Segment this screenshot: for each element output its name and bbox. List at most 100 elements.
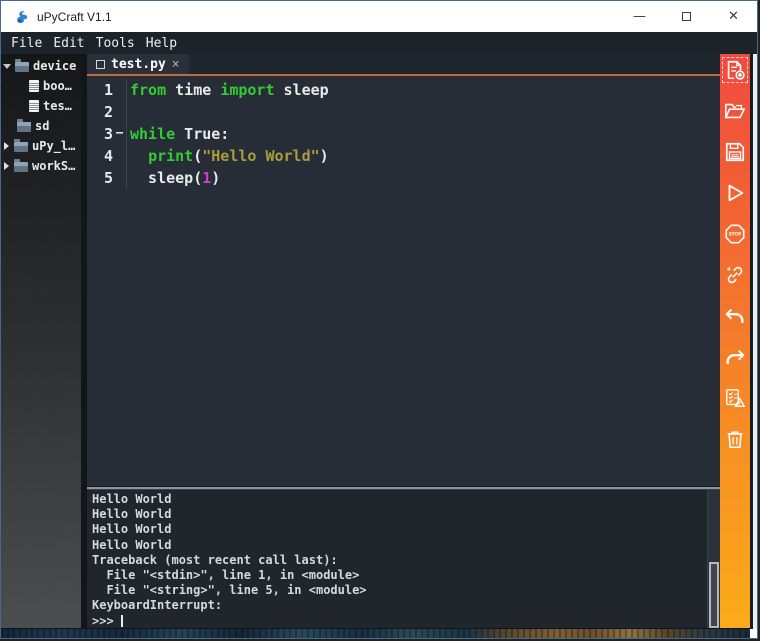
stop-icon: STOP [725, 224, 745, 244]
svg-text:STOP: STOP [729, 232, 742, 237]
folder-icon [14, 159, 28, 172]
app-logo-icon [17, 11, 28, 24]
code-editor[interactable]: 1 from time import sleep 2 3− while True: 4 p… [87, 76, 720, 486]
code-line: 1 from time import sleep [87, 79, 720, 101]
tab-bar: test.py × [87, 54, 720, 76]
code-text: from time import sleep [130, 81, 329, 99]
folder-icon [17, 119, 31, 132]
undo-icon [725, 308, 744, 323]
console-line: Hello World [92, 507, 172, 522]
line-number: 2 [103, 103, 113, 121]
console-lines: Hello World Hello World Hello World Hello W… [92, 492, 706, 614]
console-scrollbar[interactable] [707, 490, 720, 629]
code-line: 4 print("Hello World") [87, 145, 720, 167]
menu-tools[interactable]: Tools [96, 36, 135, 51]
main-column: test.py × 1 from time import sleep 2 3− whil… [87, 54, 720, 629]
menu-bar: File Edit Tools Help [1, 32, 757, 54]
syntax-check-button[interactable] [724, 387, 746, 409]
clear-button[interactable] [724, 428, 746, 450]
code-text: print("Hello World") [148, 147, 329, 165]
tree-item-device[interactable]: device [1, 56, 81, 76]
code-line: 3− while True: [87, 123, 720, 145]
content-area: device boo… tes… sd uPy_l… workS… test.py × 1… [1, 54, 757, 629]
fold-marker [113, 167, 127, 189]
folder-icon [14, 139, 28, 152]
connect-icon [727, 266, 743, 284]
tree-item-label: workS… [32, 159, 76, 173]
code-text: while True: [130, 125, 230, 143]
expand-arrow-icon[interactable] [3, 63, 11, 69]
tree-item-tes[interactable]: tes… [1, 96, 81, 116]
console-scrollbar-thumb[interactable] [709, 562, 719, 628]
console-line: File "<string>", line 5, in <module> [92, 583, 367, 598]
file-icon [29, 100, 39, 112]
save-file-icon [725, 142, 745, 162]
console-prompt: >>> [92, 613, 114, 628]
desktop-wallpaper-strip [1, 628, 750, 638]
upycraft-window: uPyCraft V1.1 — ✕ File Edit Tools Help devi… [0, 0, 758, 639]
file-tree: device boo… tes… sd uPy_l… workS… [1, 54, 87, 629]
folder-icon [15, 59, 29, 72]
menu-edit[interactable]: Edit [53, 36, 84, 51]
tab-label: test.py [111, 56, 166, 72]
line-number: 3 [103, 125, 113, 143]
maximize-icon [682, 12, 691, 21]
window-right-frame [750, 54, 757, 629]
fold-marker [113, 101, 127, 123]
stop-button[interactable]: STOP [724, 223, 746, 245]
fold-marker[interactable]: − [113, 123, 127, 145]
text-cursor [120, 614, 123, 627]
download-run-button[interactable] [724, 182, 746, 204]
syntax-check-icon [726, 389, 746, 407]
collapse-arrow-icon[interactable] [4, 142, 9, 150]
tree-item-boo[interactable]: boo… [1, 76, 81, 96]
file-icon [29, 80, 39, 92]
new-file-button[interactable] [722, 57, 748, 83]
tree-item-label: uPy_l… [32, 139, 76, 153]
console-line: KeyboardInterrupt: [92, 598, 223, 613]
tab-close-icon[interactable]: × [172, 58, 180, 71]
line-number: 1 [103, 81, 113, 99]
console-line: File "<stdin>", line 1, in <module> [92, 567, 360, 582]
tree-item-label: tes… [43, 99, 72, 113]
connect-button[interactable] [724, 264, 746, 286]
line-number: 5 [103, 169, 113, 187]
collapse-arrow-icon[interactable] [4, 162, 9, 170]
save-file-button[interactable] [724, 141, 746, 163]
window-controls: — ✕ [616, 1, 757, 32]
download-run-icon [728, 184, 744, 202]
code-text: sleep(1) [130, 169, 221, 187]
code-line: 2 [87, 101, 720, 123]
menu-help[interactable]: Help [146, 36, 177, 51]
undo-button[interactable] [724, 305, 746, 327]
open-file-icon [724, 103, 746, 119]
menu-file[interactable]: File [11, 36, 42, 51]
tab-test-py[interactable]: test.py × [87, 54, 189, 74]
redo-button[interactable] [724, 346, 746, 368]
window-title: uPyCraft V1.1 [37, 9, 112, 24]
open-file-button[interactable] [724, 100, 746, 122]
tree-item-label: device [33, 59, 77, 73]
tree-item-works[interactable]: workS… [1, 156, 81, 176]
console-line: Hello World [92, 522, 172, 537]
title-bar: uPyCraft V1.1 — ✕ [1, 1, 757, 32]
tree-item-label: boo… [43, 79, 72, 93]
tool-bar: STOP [720, 54, 750, 629]
maximize-button[interactable] [663, 1, 710, 32]
console-line: Hello World [92, 492, 172, 506]
console-prompt-row[interactable]: >>> [92, 614, 706, 629]
close-button[interactable]: ✕ [710, 1, 757, 32]
redo-icon [726, 349, 745, 364]
console-line: Traceback (most recent call last): [92, 552, 338, 567]
new-file-icon [727, 60, 745, 80]
line-number: 4 [103, 147, 113, 165]
tree-item-upyl[interactable]: uPy_l… [1, 136, 81, 156]
minimize-button[interactable]: — [616, 1, 663, 32]
code-line: 5 sleep(1) [87, 167, 720, 189]
tree-item-sd[interactable]: sd [1, 116, 81, 136]
fold-marker [113, 79, 127, 101]
console-output[interactable]: Hello World Hello World Hello World Hello W… [87, 490, 720, 629]
console-line: Hello World [92, 537, 172, 552]
fold-marker [113, 145, 127, 167]
